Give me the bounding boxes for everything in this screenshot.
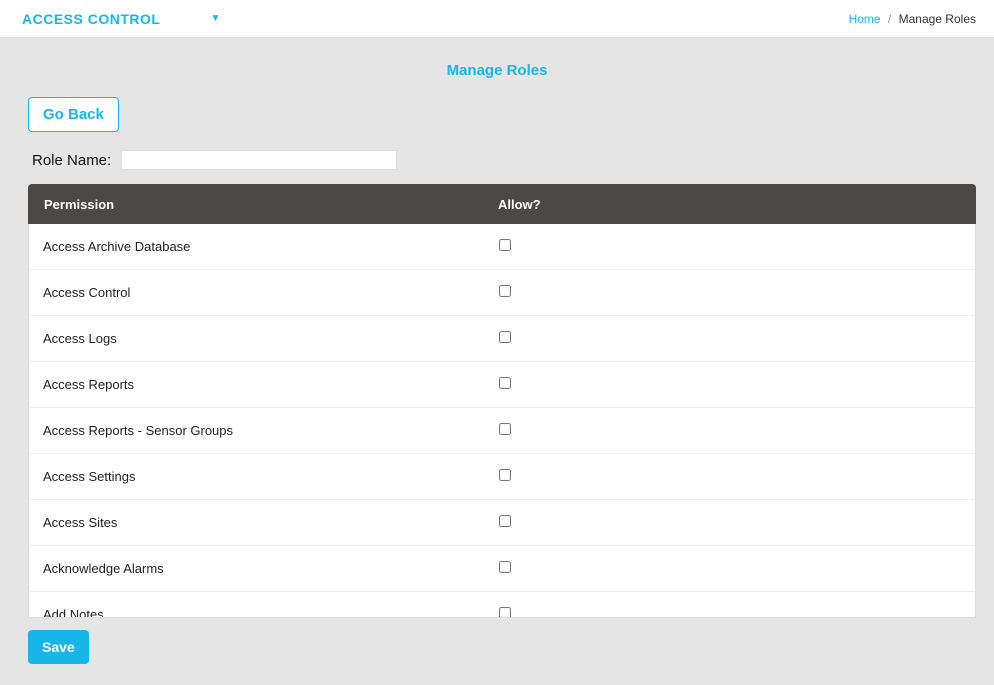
permission-cell: Access Reports (29, 377, 499, 392)
header-permission: Permission (28, 197, 498, 212)
breadcrumb: Home / Manage Roles (849, 12, 976, 26)
topbar-left: ACCESS CONTROL ▼ (22, 11, 220, 27)
page-content: Manage Roles Go Back Role Name: Permissi… (0, 38, 994, 664)
allow-checkbox[interactable] (499, 377, 511, 389)
go-back-wrap: Go Back (0, 97, 994, 150)
role-name-input[interactable] (121, 150, 397, 170)
topbar-title: ACCESS CONTROL (22, 11, 160, 27)
table-row: Access Logs (29, 316, 975, 362)
breadcrumb-home-link[interactable]: Home (849, 12, 881, 26)
allow-cell (499, 423, 975, 438)
allow-cell (499, 377, 975, 392)
role-name-row: Role Name: (0, 150, 994, 180)
go-back-button[interactable]: Go Back (28, 97, 119, 132)
table-body[interactable]: Access Archive Database Access Control Acc… (28, 224, 976, 618)
table-row: Access Archive Database (29, 224, 975, 270)
allow-cell (499, 285, 975, 300)
permission-cell: Access Archive Database (29, 239, 499, 254)
breadcrumb-separator: / (888, 12, 891, 26)
permission-cell: Access Sites (29, 515, 499, 530)
table-row: Access Reports (29, 362, 975, 408)
allow-cell (499, 607, 975, 618)
allow-cell (499, 469, 975, 484)
table-row: Access Reports - Sensor Groups (29, 408, 975, 454)
save-button[interactable]: Save (28, 630, 89, 664)
allow-checkbox[interactable] (499, 239, 511, 251)
table-row: Access Settings (29, 454, 975, 500)
allow-checkbox[interactable] (499, 607, 511, 618)
table-row: Access Control (29, 270, 975, 316)
allow-checkbox[interactable] (499, 515, 511, 527)
permission-cell: Access Control (29, 285, 499, 300)
table-row: Add Notes (29, 592, 975, 618)
table-row: Access Sites (29, 500, 975, 546)
allow-checkbox[interactable] (499, 423, 511, 435)
page-title: Manage Roles (0, 50, 994, 97)
breadcrumb-current: Manage Roles (899, 12, 976, 26)
permission-cell: Access Reports - Sensor Groups (29, 423, 499, 438)
allow-checkbox[interactable] (499, 331, 511, 343)
dropdown-icon[interactable]: ▼ (210, 13, 220, 24)
allow-cell (499, 239, 975, 254)
save-wrap: Save (0, 618, 994, 664)
permissions-table: Permission Allow? Access Archive Databas… (28, 184, 976, 618)
header-allow: Allow? (498, 197, 976, 212)
permission-cell: Access Logs (29, 331, 499, 346)
topbar: ACCESS CONTROL ▼ Home / Manage Roles (0, 0, 994, 38)
allow-cell (499, 515, 975, 530)
allow-checkbox[interactable] (499, 469, 511, 481)
permission-cell: Acknowledge Alarms (29, 561, 499, 576)
role-name-label: Role Name: (32, 152, 111, 169)
table-row: Acknowledge Alarms (29, 546, 975, 592)
allow-checkbox[interactable] (499, 285, 511, 297)
permission-cell: Add Notes (29, 607, 499, 618)
allow-checkbox[interactable] (499, 561, 511, 573)
table-header: Permission Allow? (28, 184, 976, 224)
allow-cell (499, 331, 975, 346)
permission-cell: Access Settings (29, 469, 499, 484)
allow-cell (499, 561, 975, 576)
